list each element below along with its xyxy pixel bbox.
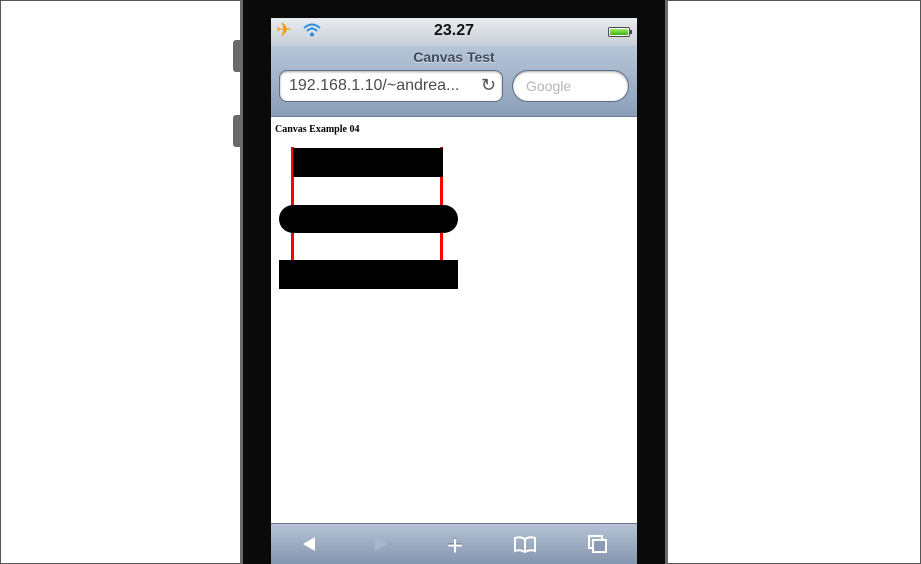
reload-icon[interactable]: ↻ xyxy=(481,75,496,96)
search-field[interactable]: Google xyxy=(512,70,629,102)
battery-icon xyxy=(608,27,630,37)
forward-arrow-icon[interactable] xyxy=(367,534,395,558)
battery-level xyxy=(610,29,628,35)
black-bar-top xyxy=(293,148,443,177)
pages-icon[interactable] xyxy=(583,534,611,558)
status-bar: ✈ 23.27 xyxy=(271,18,637,46)
browser-toolbar: + xyxy=(271,523,637,564)
back-arrow-glyph xyxy=(303,537,315,551)
battery-tip xyxy=(630,30,632,34)
page-title: Canvas Test xyxy=(413,49,495,65)
url-text: 192.168.1.10/~andrea... xyxy=(289,77,460,94)
status-time: 23.27 xyxy=(433,22,475,39)
bookmarks-book-icon[interactable] xyxy=(511,534,539,558)
black-bar-bottom xyxy=(279,260,458,289)
phone-screen: ✈ 23.27 Canvas Test 192.168.1.10/~andrea… xyxy=(271,18,637,564)
web-content: Canvas Example 04 xyxy=(271,117,637,523)
plus-icon[interactable]: + xyxy=(441,532,469,560)
browser-address-bar: Canvas Test 192.168.1.10/~andrea... ↻ Go… xyxy=(271,46,637,117)
black-bar-middle-rounded xyxy=(279,205,458,233)
pages-glyph xyxy=(588,535,607,553)
canvas-drawing xyxy=(279,147,458,289)
url-field[interactable]: 192.168.1.10/~andrea... ↻ xyxy=(279,70,503,102)
forward-arrow-glyph xyxy=(375,537,387,551)
bookmarks-glyph xyxy=(514,536,536,554)
back-arrow-icon[interactable] xyxy=(295,534,323,558)
search-placeholder: Google xyxy=(526,78,572,94)
